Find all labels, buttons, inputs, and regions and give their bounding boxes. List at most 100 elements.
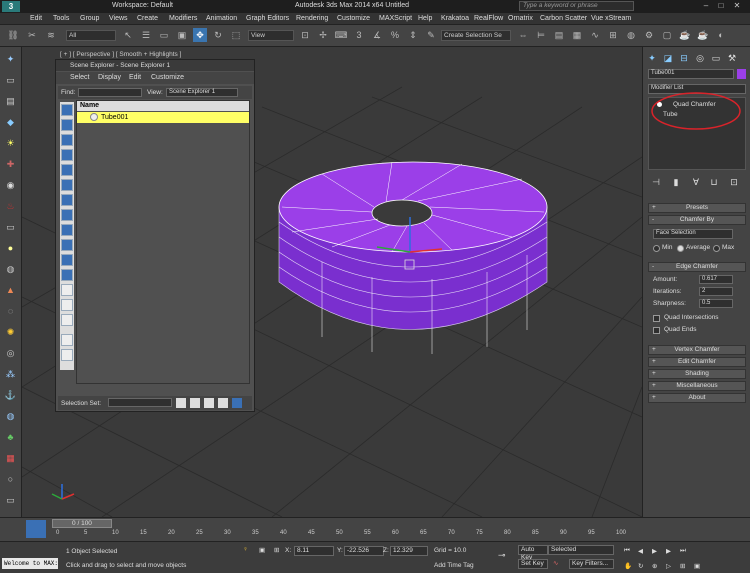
display-shapes-icon[interactable]: [61, 119, 73, 131]
selection-set-icon-4[interactable]: [218, 398, 228, 408]
create-tab-icon[interactable]: ✦: [645, 51, 659, 65]
filter-keys-icon[interactable]: ∿: [553, 559, 558, 567]
isolate-icon[interactable]: ▣: [259, 546, 265, 554]
object-color-swatch[interactable]: [737, 69, 746, 79]
lock-selection-icon[interactable]: ♀: [243, 546, 248, 553]
display-bones-icon[interactable]: [61, 224, 73, 236]
window-crossing-icon[interactable]: ▣: [175, 28, 189, 42]
bind-spacewarp-icon[interactable]: ≋: [44, 28, 58, 42]
unlink-icon[interactable]: ✂: [25, 28, 39, 42]
add-time-tag[interactable]: Add Time Tag: [434, 562, 474, 569]
prev-frame-icon[interactable]: ◀: [638, 547, 643, 555]
select-object-icon[interactable]: ↖: [121, 28, 135, 42]
rollout-edit-chamfer[interactable]: + Edit Chamfer: [648, 357, 746, 367]
keyboard-shortcut-icon[interactable]: ⌨: [334, 28, 348, 42]
key-icon[interactable]: ⊸: [498, 550, 506, 561]
orbit-icon[interactable]: ↻: [638, 562, 643, 570]
curve-editor-icon[interactable]: ∿: [588, 28, 602, 42]
radio-average[interactable]: [677, 245, 684, 252]
display-invert-icon[interactable]: [61, 314, 73, 326]
absolute-mode-icon[interactable]: ⊞: [274, 546, 279, 554]
select-move-icon[interactable]: ✥: [193, 28, 207, 42]
helper-icon[interactable]: ◎: [4, 347, 17, 360]
selection-set-icon-2[interactable]: [190, 398, 200, 408]
pivot-center-icon[interactable]: ⊡: [298, 28, 312, 42]
rollout-icon[interactable]: ▭: [4, 494, 17, 507]
paint-icon[interactable]: ✦: [4, 53, 17, 66]
amount-spinner[interactable]: 0.617: [699, 275, 733, 284]
hierarchy-tab-icon[interactable]: ⊟: [677, 51, 691, 65]
workspace-selector[interactable]: Workspace: Default: [112, 2, 173, 9]
pan-icon[interactable]: ✋: [624, 562, 632, 570]
camera-icon[interactable]: ◉: [4, 179, 17, 192]
lock-icon[interactable]: [61, 349, 73, 361]
modify-tab-icon[interactable]: ◪: [661, 51, 675, 65]
menu-vue-xstream[interactable]: Vue xStream: [591, 15, 631, 22]
display-geometry-icon[interactable]: [61, 104, 73, 116]
select-rotate-icon[interactable]: ↻: [211, 28, 225, 42]
goto-end-icon[interactable]: ⏭: [680, 547, 686, 555]
align-icon[interactable]: ⊨: [534, 28, 548, 42]
key-filters-button[interactable]: Key Filters...: [569, 559, 614, 569]
radio-min[interactable]: [653, 245, 660, 252]
quad-intersections-checkbox[interactable]: [653, 315, 660, 322]
goto-start-icon[interactable]: ⏮: [624, 547, 630, 555]
menu-views[interactable]: Views: [109, 15, 128, 22]
sphere-icon[interactable]: ●: [4, 242, 17, 255]
mirror-icon[interactable]: ⇔: [516, 28, 530, 42]
zoom-icon[interactable]: ⊕: [652, 562, 657, 570]
list-item-tube001[interactable]: Tube001: [77, 112, 249, 123]
menu-realflow[interactable]: RealFlow: [474, 15, 503, 22]
rollout-miscellaneous[interactable]: + Miscellaneous: [648, 381, 746, 391]
z-coordinate-field[interactable]: 12.329: [390, 546, 428, 556]
se-menu-customize[interactable]: Customize: [151, 74, 184, 81]
rollout-shading[interactable]: + Shading: [648, 369, 746, 379]
layer-manager-icon[interactable]: ▤: [552, 28, 566, 42]
viewport-label[interactable]: [ + ] [ Perspective ] [ Smooth + Highlig…: [60, 51, 181, 58]
object-visibility-icon[interactable]: [90, 113, 98, 121]
graphite-ribbon-icon[interactable]: ▦: [570, 28, 584, 42]
snaps-toggle-icon[interactable]: 3: [352, 28, 366, 42]
menu-krakatoa[interactable]: Krakatoa: [441, 15, 469, 22]
sun-icon[interactable]: ✺: [4, 326, 17, 339]
torus-icon[interactable]: ◍: [4, 263, 17, 276]
teapot-icon[interactable]: ♨: [4, 200, 17, 213]
rollout-about[interactable]: + About: [648, 393, 746, 403]
x-coordinate-field[interactable]: 8.11: [294, 546, 334, 556]
menu-maxscript[interactable]: MAXScript: [379, 15, 412, 22]
pin-stack-icon[interactable]: ⊣: [649, 175, 663, 189]
menu-group[interactable]: Group: [80, 15, 99, 22]
material-editor-icon[interactable]: ◍: [624, 28, 638, 42]
display-none-icon[interactable]: [61, 299, 73, 311]
selection-set-icon-1[interactable]: [176, 398, 186, 408]
rollout-edge-chamfer[interactable]: - Edge Chamfer: [648, 262, 746, 272]
display-containers-icon[interactable]: [61, 239, 73, 251]
select-scale-icon[interactable]: ⬚: [229, 28, 243, 42]
maximize-icon[interactable]: □: [715, 1, 727, 11]
next-frame-icon[interactable]: ▶: [666, 547, 671, 555]
edit-named-sets-icon[interactable]: ✎: [424, 28, 438, 42]
app-logo-icon[interactable]: 3: [2, 1, 20, 12]
calendar-icon[interactable]: ▦: [4, 452, 17, 465]
menu-help[interactable]: Help: [418, 15, 432, 22]
display-lights-icon[interactable]: [61, 134, 73, 146]
render-setup-icon[interactable]: ⚙: [642, 28, 656, 42]
remove-modifier-icon[interactable]: ⊔: [707, 175, 721, 189]
render-iterative-icon[interactable]: ☕: [696, 28, 710, 42]
object-name-field[interactable]: Tube001: [648, 69, 734, 79]
view-dropdown[interactable]: Scene Explorer 1: [166, 88, 238, 97]
select-by-name-icon[interactable]: ☰: [139, 28, 153, 42]
display-frozen-icon[interactable]: [61, 254, 73, 266]
select-manipulate-icon[interactable]: ✢: [316, 28, 330, 42]
display-hidden-icon[interactable]: [61, 269, 73, 281]
sphere-white-icon[interactable]: ○: [4, 473, 17, 486]
close-icon[interactable]: ✕: [731, 1, 743, 11]
selection-filter-dropdown[interactable]: All: [66, 30, 116, 41]
se-menu-edit[interactable]: Edit: [129, 74, 141, 81]
filter-icon[interactable]: [61, 334, 73, 346]
fov-icon[interactable]: ▷: [666, 562, 671, 570]
ref-coord-dropdown[interactable]: View: [248, 30, 294, 41]
rendered-frame-icon[interactable]: ▢: [660, 28, 674, 42]
display-spacewarps-icon[interactable]: [61, 179, 73, 191]
geosphere-icon[interactable]: ◌: [4, 305, 17, 318]
